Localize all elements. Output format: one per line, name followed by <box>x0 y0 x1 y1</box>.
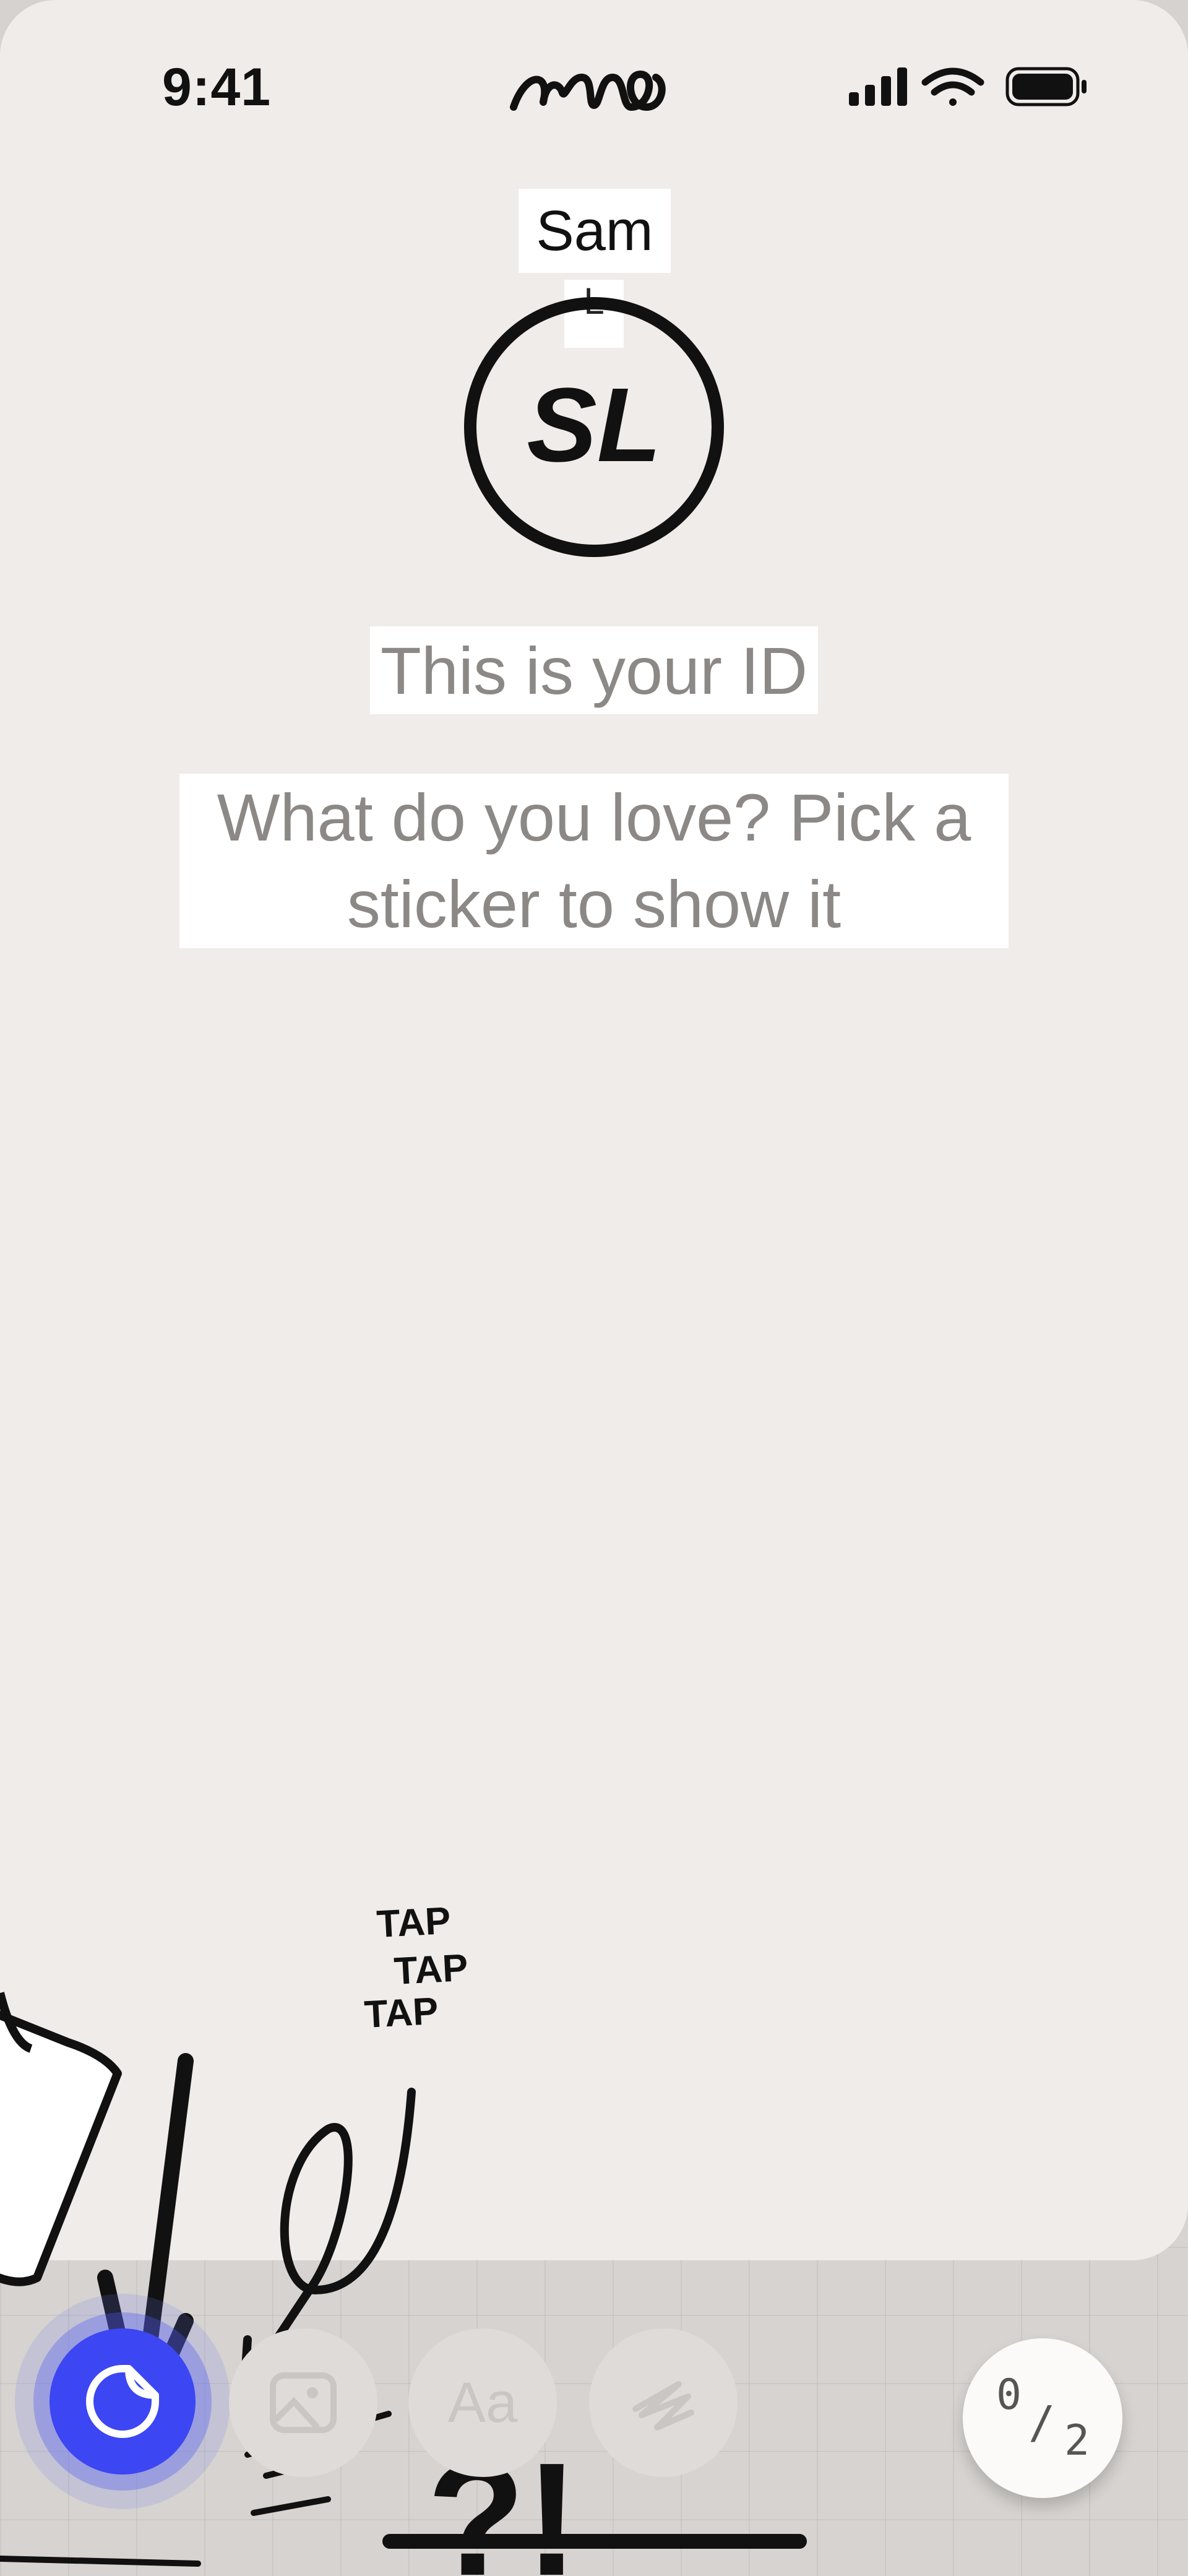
sticker-icon <box>86 2365 159 2438</box>
sticker-button[interactable] <box>50 2328 196 2474</box>
text-button[interactable]: Aa <box>408 2328 557 2477</box>
profile-name-label[interactable]: Sam <box>519 189 671 273</box>
sticker-counter[interactable]: 0 / 2 <box>963 2338 1122 2498</box>
tap-label-2: TAP <box>393 1947 469 1993</box>
status-time: 9:41 <box>162 58 272 117</box>
wifi-icon <box>921 67 984 106</box>
amo-logo <box>510 71 666 111</box>
phone-doodle <box>0 1992 122 2286</box>
profile-name: Sam <box>536 199 653 262</box>
image-icon <box>270 2372 337 2433</box>
prompt-line-2: sticker to show it <box>346 867 842 941</box>
battery-icon <box>1005 67 1087 106</box>
scribble-icon <box>632 2381 694 2431</box>
draw-button[interactable] <box>589 2328 738 2477</box>
tap-label-3: TAP <box>363 1990 439 2036</box>
counter-slash: / <box>1028 2397 1056 2448</box>
home-indicator <box>382 2534 807 2549</box>
counter-total: 2 <box>1064 2416 1090 2465</box>
signal-icon <box>849 67 907 106</box>
prompt-line-1: What do you love? Pick a <box>217 780 971 855</box>
page-title: This is your ID <box>370 626 818 714</box>
photo-button[interactable] <box>229 2328 377 2477</box>
status-icons <box>849 67 1087 106</box>
counter-current: 0 <box>996 2371 1022 2419</box>
avatar-initials: SL <box>527 366 661 484</box>
text-icon: Aa <box>447 2371 518 2434</box>
sticker-prompt: What do you love? Pick a sticker to show… <box>179 774 1009 948</box>
tap-label-1: TAP <box>376 1900 452 1946</box>
avatar[interactable]: SL <box>458 291 730 563</box>
